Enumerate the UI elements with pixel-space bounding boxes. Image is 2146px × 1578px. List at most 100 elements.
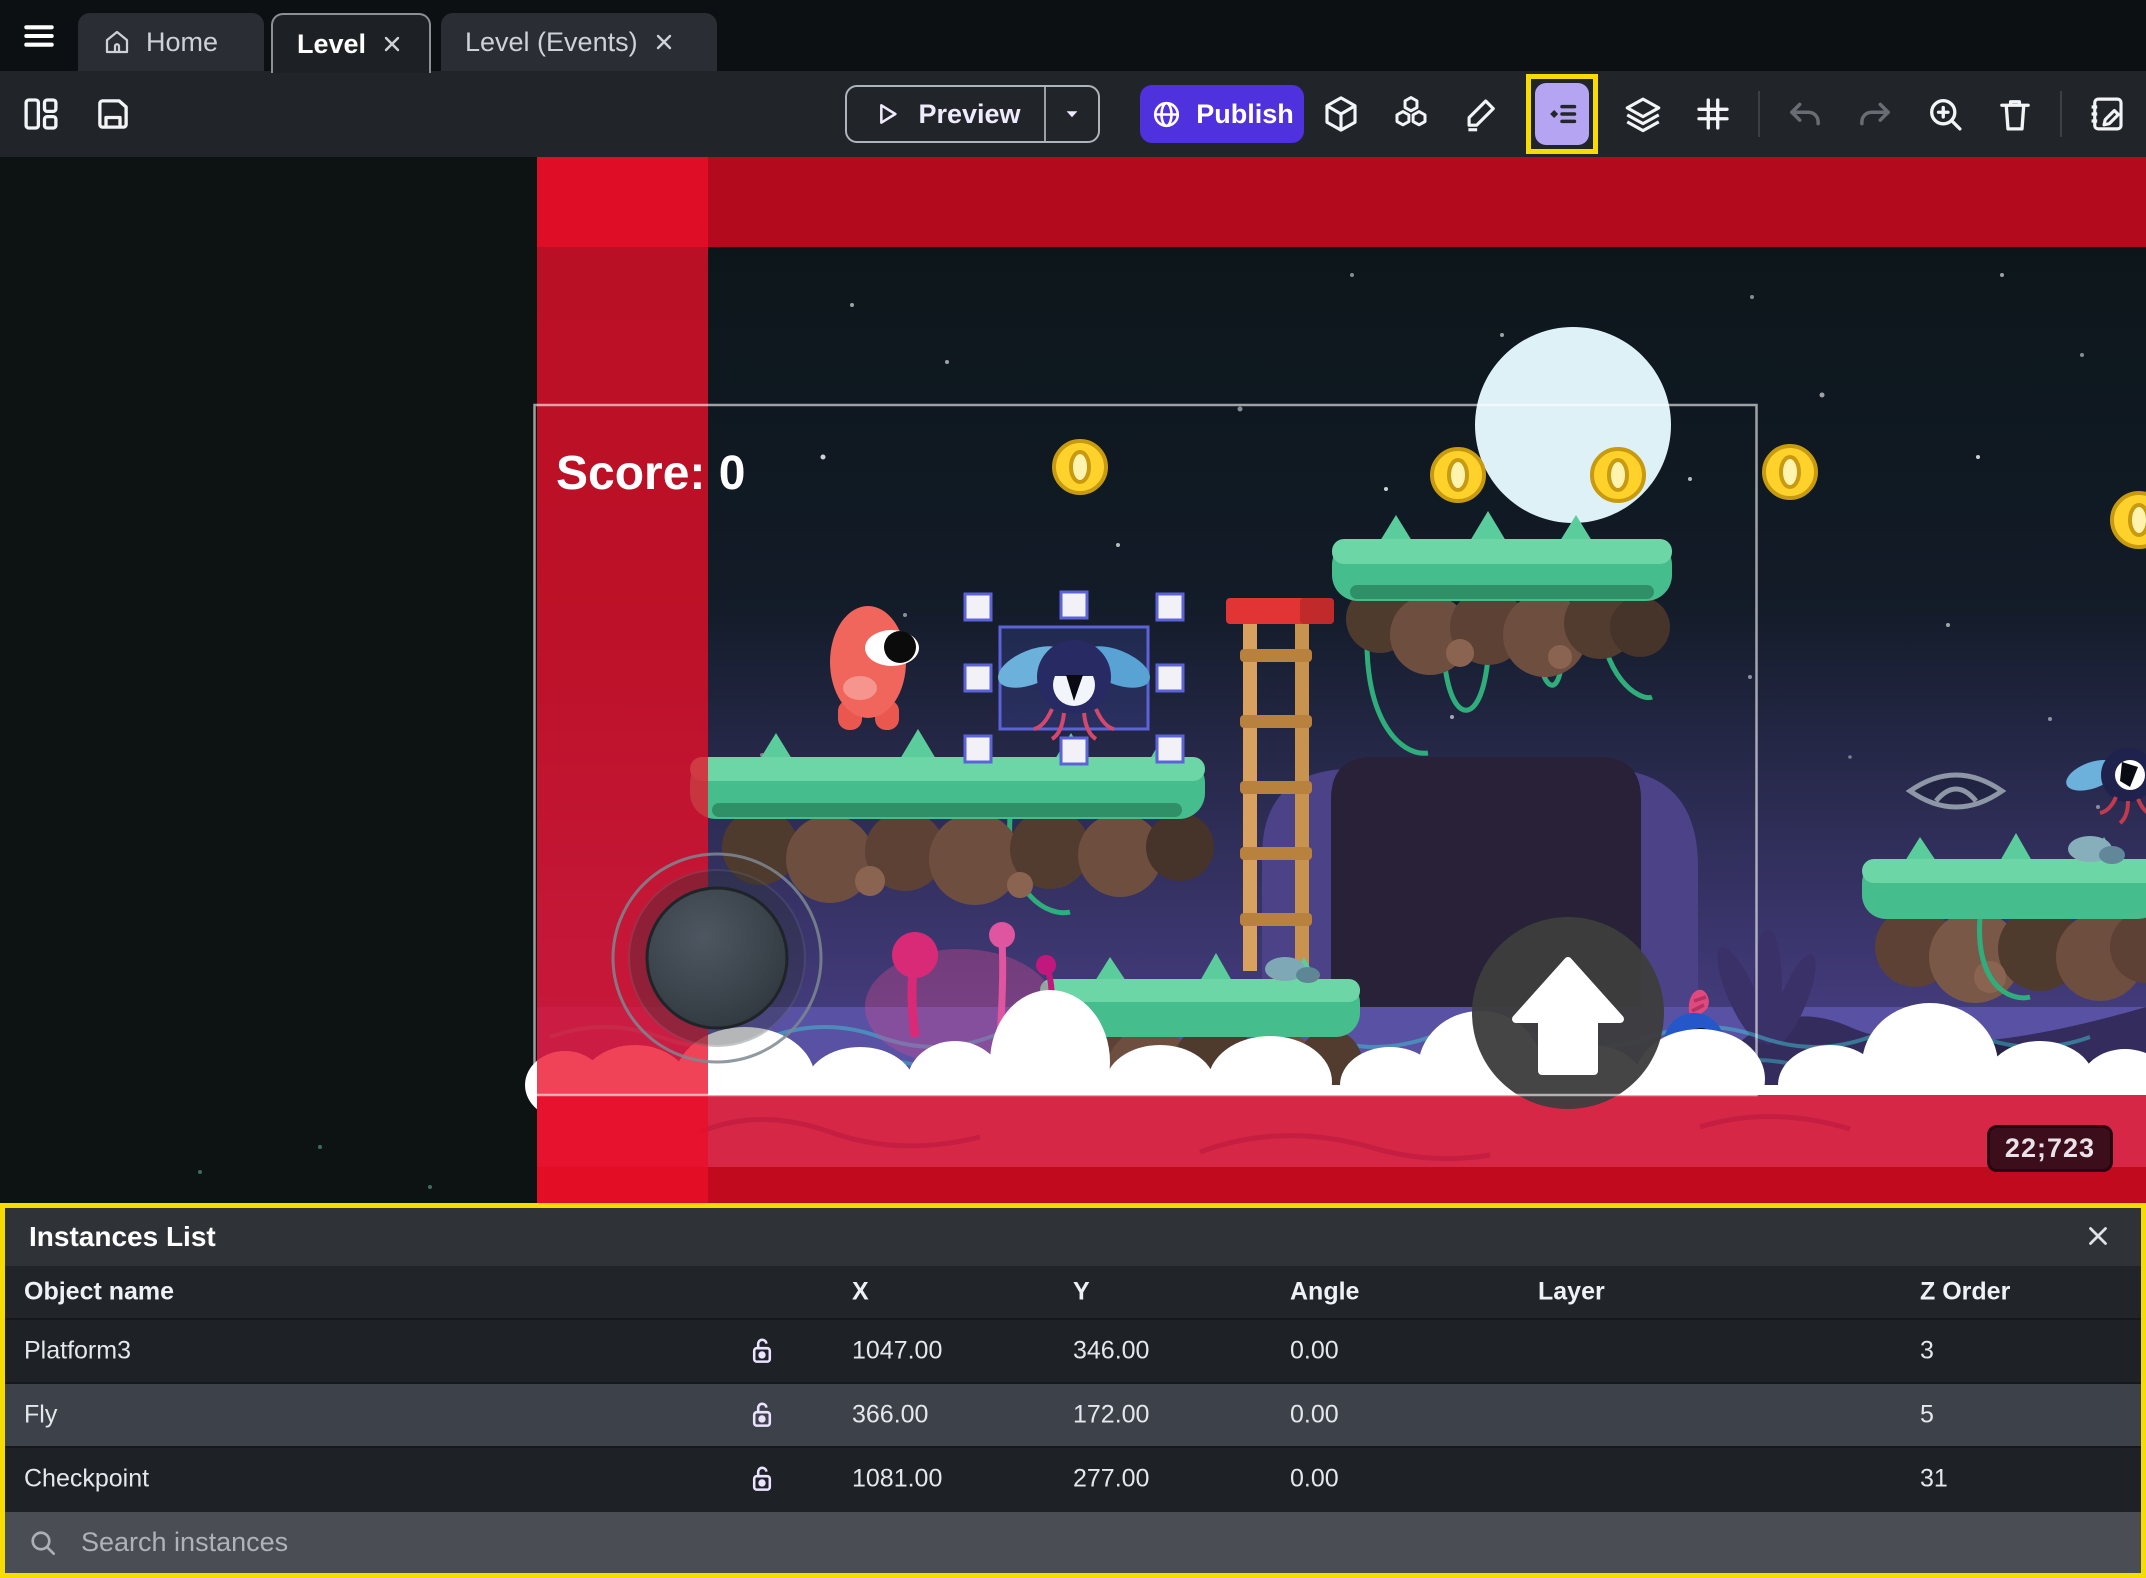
tab-level-events-label: Level (Events)	[465, 26, 638, 57]
scene-canvas[interactable]: Score: 0 22;723	[0, 157, 2146, 1203]
instance-y[interactable]: 172.00	[1073, 1401, 1149, 1430]
red-ground	[537, 1095, 2146, 1203]
save-icon	[98, 99, 128, 129]
instance-z-order[interactable]: 31	[1920, 1465, 1948, 1494]
editor-toolbar: Preview Publish	[0, 71, 2146, 157]
scene-red-strip	[537, 157, 708, 1203]
lock-toggle-button[interactable]	[745, 1334, 779, 1368]
preview-dropdown[interactable]	[1046, 87, 1098, 141]
divider	[2060, 91, 2062, 137]
lock-open-icon	[752, 1466, 772, 1491]
tab-home[interactable]: Home	[78, 13, 264, 71]
grid-icon	[1697, 98, 1729, 130]
lock-toggle-button[interactable]	[745, 1462, 779, 1496]
home-icon	[105, 30, 129, 54]
tab-level-events[interactable]: Level (Events)	[441, 13, 717, 71]
trash-icon	[2000, 100, 2030, 131]
outside-scene-area	[0, 157, 537, 1203]
divider	[1758, 91, 1760, 137]
instance-row-platform3[interactable]: Platform3 1047.00 346.00 0.00 3	[5, 1318, 2141, 1382]
column-x[interactable]: X	[852, 1278, 869, 1307]
search-instances-input[interactable]	[79, 1526, 2119, 1559]
instance-angle[interactable]: 0.00	[1290, 1465, 1339, 1494]
column-layer[interactable]: Layer	[1538, 1278, 1605, 1307]
chevron-down-icon	[1066, 111, 1078, 118]
instance-x[interactable]: 366.00	[852, 1401, 928, 1430]
column-z-order[interactable]: Z Order	[1920, 1278, 2010, 1307]
column-object-name[interactable]: Object name	[24, 1278, 174, 1307]
cubes-icon	[1395, 96, 1427, 127]
instance-angle[interactable]: 0.00	[1290, 1337, 1339, 1366]
undo-icon	[1790, 102, 1820, 126]
object-button[interactable]	[1316, 89, 1366, 139]
hamburger-icon	[24, 25, 54, 47]
zoom-in-icon	[1930, 99, 1962, 131]
notebook-edit-icon	[2091, 97, 2123, 131]
cube-icon	[1325, 96, 1357, 132]
publish-label: Publish	[1196, 98, 1294, 129]
publish-button[interactable]: Publish	[1140, 85, 1304, 143]
instances-panel-header: Instances List	[5, 1208, 2141, 1266]
save-button[interactable]	[88, 89, 138, 139]
tab-bar: Home Level Level (Events)	[0, 0, 2146, 73]
edit-object-button[interactable]	[1456, 89, 1506, 139]
layout-icon	[24, 98, 58, 130]
moon[interactable]	[1475, 327, 1671, 523]
close-icon[interactable]	[380, 32, 404, 56]
redo-icon	[1860, 102, 1890, 126]
grid-button[interactable]	[1688, 89, 1738, 139]
delete-button[interactable]	[1990, 89, 2040, 139]
tab-home-label: Home	[146, 26, 219, 57]
column-angle[interactable]: Angle	[1290, 1278, 1359, 1307]
toggle-panels-button[interactable]	[16, 89, 66, 139]
instance-row-checkpoint[interactable]: Checkpoint 1081.00 277.00 0.00 31	[5, 1446, 2141, 1510]
undo-button[interactable]	[1780, 89, 1830, 139]
scene-red-band	[537, 157, 2146, 247]
close-icon	[2089, 1226, 2107, 1245]
app-window: Home Level Level (Events) Preview Publis…	[0, 0, 2146, 1578]
instance-name: Platform3	[24, 1336, 131, 1365]
preview-label: Preview	[918, 98, 1021, 129]
pencil-icon	[1467, 99, 1495, 132]
scene-svg: Score: 0	[0, 157, 2146, 1203]
menu-button[interactable]	[16, 13, 62, 59]
instance-row-fly[interactable]: Fly 366.00 172.00 0.00 5	[5, 1382, 2141, 1446]
score-text: Score: 0	[556, 447, 745, 500]
instance-angle[interactable]: 0.00	[1290, 1401, 1339, 1430]
redo-button[interactable]	[1850, 89, 1900, 139]
instances-column-header: Object name X Y Angle Layer Z Order	[5, 1266, 2141, 1318]
instance-x[interactable]: 1047.00	[852, 1337, 942, 1366]
instances-list-button[interactable]	[1535, 83, 1589, 145]
close-icon[interactable]	[652, 30, 676, 54]
tab-level-label: Level	[297, 28, 367, 59]
layers-button[interactable]	[1618, 89, 1668, 139]
jump-button-control	[1472, 917, 1664, 1109]
panel-title: Instances List	[29, 1221, 216, 1252]
tab-level[interactable]: Level	[271, 13, 431, 73]
highlight-box	[1526, 74, 1598, 154]
play-icon	[880, 104, 898, 124]
instance-x[interactable]: 1081.00	[852, 1465, 942, 1494]
column-y[interactable]: Y	[1073, 1278, 1090, 1307]
scene-properties-button[interactable]	[2082, 89, 2132, 139]
instances-panel: Instances List Object name X Y Angle Lay…	[0, 1203, 2146, 1578]
instance-y[interactable]: 277.00	[1073, 1465, 1149, 1494]
instance-name: Fly	[24, 1400, 58, 1429]
instance-y[interactable]: 346.00	[1073, 1337, 1149, 1366]
instance-z-order[interactable]: 5	[1920, 1401, 1934, 1430]
lock-toggle-button[interactable]	[745, 1398, 779, 1432]
close-panel-button[interactable]	[2079, 1217, 2117, 1258]
add-object-button[interactable]	[1386, 89, 1436, 139]
cursor-coordinates-badge: 22;723	[1986, 1125, 2113, 1172]
instances-search-bar	[5, 1512, 2141, 1573]
joystick-control	[611, 852, 823, 1064]
instances-list-icon	[1550, 104, 1577, 124]
layers-icon	[1625, 97, 1661, 133]
globe-icon	[1154, 101, 1180, 127]
lock-open-icon	[752, 1402, 772, 1427]
zoom-button[interactable]	[1920, 89, 1970, 139]
instance-name: Checkpoint	[24, 1464, 150, 1493]
preview-button[interactable]: Preview	[845, 85, 1100, 143]
instance-z-order[interactable]: 3	[1920, 1337, 1934, 1366]
lock-open-icon	[752, 1338, 772, 1363]
